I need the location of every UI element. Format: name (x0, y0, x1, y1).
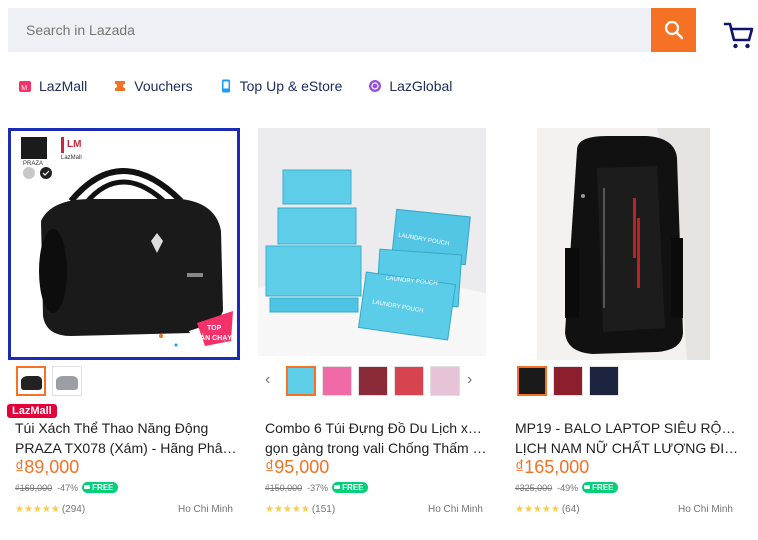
discount-percent: -49% (557, 482, 579, 493)
cart-button[interactable] (722, 18, 756, 52)
nav-item-label: Top Up & eStore (239, 78, 343, 94)
svg-text:LazMall: LazMall (61, 155, 82, 161)
rating-count: (151) (311, 504, 336, 515)
rating-count: (294) (61, 504, 86, 515)
travel-pouches-image: LAUNDRY POUCH LAUNDRY POUCH LAUNDRY POUC… (258, 128, 486, 356)
category-nav: M LazMall Vouchers Top Up & eStore LazGl… (18, 78, 478, 94)
nav-item-vouchers[interactable]: Vouchers (113, 78, 193, 94)
product-rating: ★★★★★ (64) (515, 504, 580, 515)
nav-item-topup[interactable]: Top Up & eStore (219, 78, 343, 94)
product-rating: ★★★★★ (294) (15, 504, 85, 515)
product-location: Ho Chi Minh (677, 504, 733, 515)
thumbnail-prev-arrow[interactable]: ‹ (265, 371, 270, 389)
search-input[interactable] (8, 8, 651, 52)
duffel-bag-image: PRAZA LM LazMall TOP BÁN CHẠY (21, 137, 235, 357)
product-card[interactable]: LAUNDRY POUCH LAUNDRY POUCH LAUNDRY POUC… (258, 128, 490, 356)
thumbnail-strip (517, 366, 625, 396)
search-icon (664, 20, 683, 40)
backpack-image (537, 128, 710, 360)
nav-item-label: Vouchers (134, 78, 193, 94)
product-title-line: LỊCH NAM NỮ CHẤT LƯỢNG ĐI CH... (515, 440, 739, 456)
product-card[interactable]: PRAZA LM LazMall TOP BÁN CHẠY (8, 128, 240, 360)
product-title-line: Combo 6 Túi Đựng Đồ Du Lịch xếp đồ (265, 420, 489, 436)
product-price: ₫95,000 (265, 457, 330, 477)
svg-text:M: M (21, 85, 27, 92)
nav-item-lazmall[interactable]: M LazMall (18, 78, 87, 94)
free-shipping-badge: FREE (82, 482, 118, 493)
thumbnail[interactable] (517, 366, 547, 396)
search-button[interactable] (651, 8, 696, 52)
product-price: ₫89,000 (15, 457, 80, 477)
nav-item-label: LazMall (39, 78, 88, 94)
product-card[interactable] (537, 128, 758, 360)
product-title-line: gọn gàng trong vali Chống Thấm Ba... (265, 440, 489, 456)
svg-text:TOP: TOP (207, 325, 222, 332)
lazmall-badge: LazMall (7, 404, 57, 418)
thumbnail[interactable] (589, 366, 619, 396)
nav-item-lazglobal[interactable]: LazGlobal (368, 78, 452, 94)
product-title[interactable]: MP19 - BALO LAPTOP SIÊU RỘNG DU LỊCH NAM… (515, 418, 739, 458)
product-location: Ho Chi Minh (177, 504, 233, 515)
mobile-icon (219, 79, 233, 93)
thumbnail[interactable] (358, 366, 388, 396)
original-price: ₫150,000 (265, 482, 303, 493)
star-rating-icon: ★★★★★ (265, 504, 310, 515)
original-price: ₫325,000 (515, 482, 553, 493)
product-image[interactable]: LAUNDRY POUCH LAUNDRY POUCH LAUNDRY POUC… (258, 128, 486, 356)
discount-percent: -47% (57, 482, 79, 493)
thumbnail-next-arrow[interactable]: › (467, 371, 472, 389)
svg-text:BÁN CHẠY: BÁN CHẠY (195, 333, 232, 342)
original-price: ₫169,000 (15, 482, 53, 493)
product-image[interactable]: PRAZA LM LazMall TOP BÁN CHẠY (8, 128, 240, 360)
lazmall-icon: M (18, 79, 32, 93)
thumbnail[interactable] (430, 366, 460, 396)
star-rating-icon: ★★★★★ (15, 504, 60, 515)
product-rating: ★★★★★ (151) (265, 504, 335, 515)
product-image[interactable] (537, 128, 710, 360)
thumbnail-strip (286, 366, 466, 396)
globe-icon (368, 79, 382, 93)
free-shipping-badge: FREE (582, 482, 618, 493)
price-meta: ₫169,000 -47% FREE (15, 482, 118, 493)
thumbnail[interactable] (394, 366, 424, 396)
product-title[interactable]: Combo 6 Túi Đựng Đồ Du Lịch xếp đồ gọn g… (265, 418, 489, 458)
star-rating-icon: ★★★★★ (515, 504, 560, 515)
product-price: ₫165,000 (515, 457, 590, 477)
thumbnail[interactable] (322, 366, 352, 396)
free-shipping-badge: FREE (332, 482, 368, 493)
discount-percent: -37% (307, 482, 329, 493)
price-meta: ₫150,000 -37% FREE (265, 482, 368, 493)
rating-count: (64) (561, 504, 580, 515)
thumbnail[interactable] (16, 366, 46, 396)
thumbnail-strip (16, 366, 88, 396)
product-title-line: Túi Xách Thể Thao Năng Động (15, 420, 209, 436)
product-title-line: PRAZA TX078 (Xám) - Hãng Phân... (15, 440, 239, 456)
thumbnail[interactable] (553, 366, 583, 396)
svg-text:PRAZA: PRAZA (23, 161, 43, 167)
product-location: Ho Chi Minh (427, 504, 483, 515)
svg-text:LM: LM (67, 139, 81, 150)
price-meta: ₫325,000 -49% FREE (515, 482, 618, 493)
nav-item-label: LazGlobal (389, 78, 453, 94)
cart-icon (723, 22, 754, 49)
search-bar (8, 8, 696, 52)
voucher-icon (113, 79, 127, 93)
thumbnail[interactable] (286, 366, 316, 396)
product-title-line: MP19 - BALO LAPTOP SIÊU RỘNG DU (515, 420, 739, 436)
product-title[interactable]: Túi Xách Thể Thao Năng Động PRAZA TX078 … (15, 418, 239, 458)
thumbnail[interactable] (52, 366, 82, 396)
